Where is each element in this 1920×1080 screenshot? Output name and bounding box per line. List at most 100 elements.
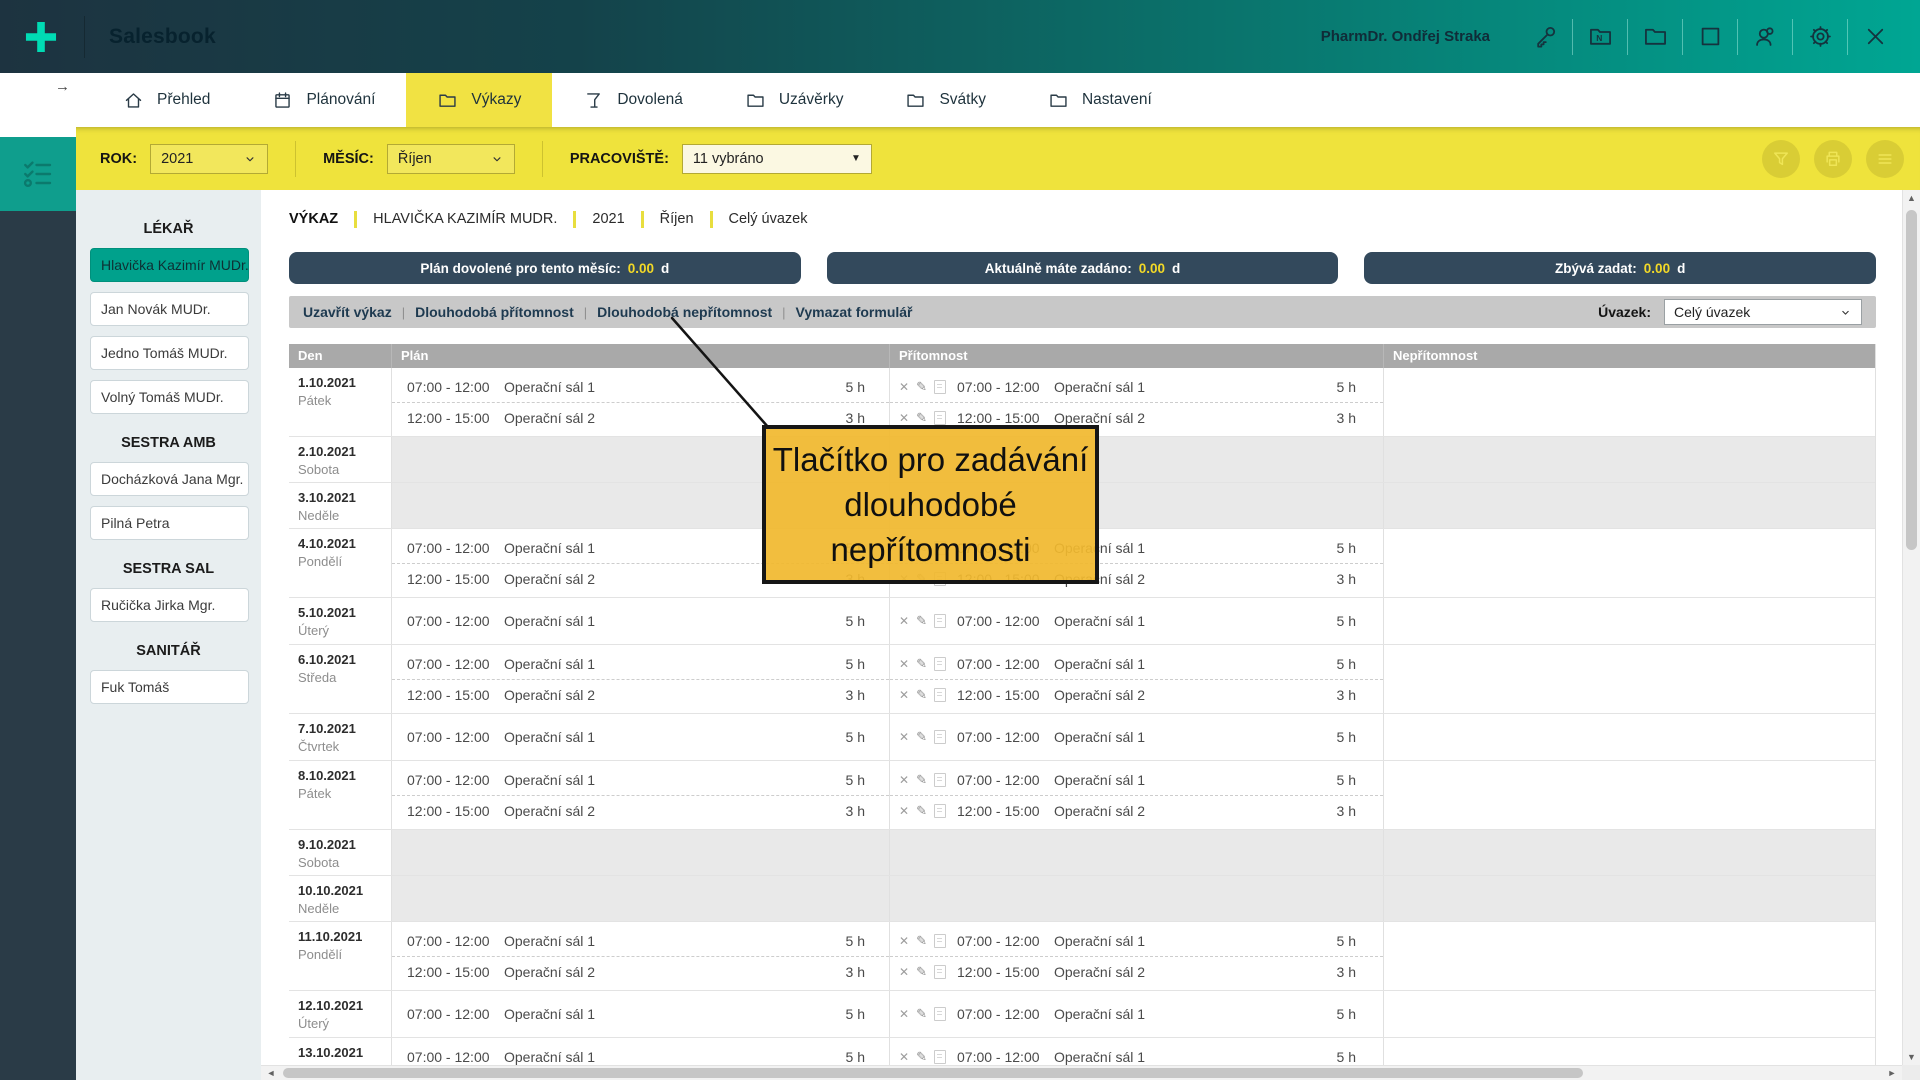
scroll-left-icon[interactable]: ◄ <box>263 1066 279 1080</box>
tab-prehled[interactable]: Přehled <box>92 73 241 127</box>
delete-entry-icon[interactable]: ✕ <box>899 966 909 978</box>
sidebar-item-fuk-tomas[interactable]: Fuk Tomáš <box>90 670 249 704</box>
vertical-scroll-thumb[interactable] <box>1906 210 1917 550</box>
breadcrumb-item: 2021 <box>592 211 624 227</box>
note-entry-icon[interactable] <box>934 380 946 394</box>
menu-button[interactable] <box>1866 140 1904 178</box>
edit-entry-icon[interactable]: ✎ <box>916 689 927 701</box>
checklist-panel-button[interactable] <box>0 137 76 211</box>
mesic-value: Říjen <box>398 151 432 167</box>
schedule-entry: 12:00 - 15:00Operační sál 23 h <box>392 795 889 826</box>
delete-entry-icon[interactable]: ✕ <box>899 412 909 424</box>
day-name: Pátek <box>298 786 387 801</box>
note-entry-icon[interactable] <box>934 804 946 818</box>
rok-value: 2021 <box>161 151 193 167</box>
tab-planovani[interactable]: Plánování <box>241 73 406 127</box>
tab-vykazy[interactable]: Výkazy <box>406 73 552 127</box>
edit-entry-icon[interactable]: ✎ <box>916 658 927 670</box>
day-name: Pátek <box>298 393 387 408</box>
sidebar-item-volny-tomas-mudr[interactable]: Volný Tomáš MUDr. <box>90 380 249 414</box>
edit-entry-icon[interactable]: ✎ <box>916 774 927 786</box>
entry-place: Operační sál 1 <box>1054 729 1145 745</box>
day-cell: 7.10.2021Čtvrtek <box>289 714 392 760</box>
folder-icon[interactable] <box>1628 23 1682 50</box>
scroll-right-icon[interactable]: ► <box>1884 1066 1900 1080</box>
delete-entry-icon[interactable]: ✕ <box>899 1051 909 1063</box>
vertical-scrollbar[interactable]: ▲ ▼ <box>1902 190 1920 1065</box>
tab-svatky[interactable]: Svátky <box>874 73 1017 127</box>
toolbar-action-dlouhodoba-nepritomnost[interactable]: Dlouhodobá nepřítomnost <box>597 304 772 320</box>
note-entry-icon[interactable] <box>934 934 946 948</box>
delete-entry-icon[interactable]: ✕ <box>899 1008 909 1020</box>
edit-entry-icon[interactable]: ✎ <box>916 412 927 424</box>
edit-entry-icon[interactable]: ✎ <box>916 615 927 627</box>
note-entry-icon[interactable] <box>934 1050 946 1064</box>
edit-entry-icon[interactable]: ✎ <box>916 966 927 978</box>
status-unit: d <box>661 261 669 276</box>
entry-time: 07:00 - 12:00 <box>407 772 504 788</box>
sidebar-item-jedno-tomas-mudr[interactable]: Jedno Tomáš MUDr. <box>90 336 249 370</box>
calendar-icon <box>272 90 293 111</box>
sidebar-item-rucicka-jirka-mgr[interactable]: Ručička Jirka Mgr. <box>90 588 249 622</box>
toolbar-separator: | <box>782 305 785 320</box>
rok-select[interactable]: 2021 <box>150 144 268 174</box>
horizontal-scrollbar[interactable]: ◄ ► <box>261 1065 1902 1080</box>
folder-notes-icon[interactable]: N <box>1573 23 1627 50</box>
delete-entry-icon[interactable]: ✕ <box>899 774 909 786</box>
sidebar-item-pilna-petra[interactable]: Pilná Petra <box>90 506 249 540</box>
note-entry-icon[interactable] <box>934 773 946 787</box>
tab-nastaveni[interactable]: Nastavení <box>1017 73 1183 127</box>
edit-entry-icon[interactable]: ✎ <box>916 381 927 393</box>
window-icon[interactable] <box>1683 23 1737 50</box>
entry-time: 07:00 - 12:00 <box>407 613 504 629</box>
key-icon[interactable] <box>1518 23 1572 50</box>
delete-entry-icon[interactable]: ✕ <box>899 731 909 743</box>
plan-cell: 07:00 - 12:00Operační sál 15 h12:00 - 15… <box>392 922 890 990</box>
close-icon[interactable] <box>1848 23 1902 50</box>
tab-uzaverky[interactable]: Uzávěrky <box>714 73 875 127</box>
note-entry-icon[interactable] <box>934 411 946 425</box>
sidebar-item-jan-novak-mudr[interactable]: Jan Novák MUDr. <box>90 292 249 326</box>
mesic-select[interactable]: Říjen <box>387 144 515 174</box>
note-entry-icon[interactable] <box>934 657 946 671</box>
edit-entry-icon[interactable]: ✎ <box>916 1051 927 1063</box>
toolbar-action-uzavrit-vykaz[interactable]: Uzavřít výkaz <box>303 304 392 320</box>
delete-entry-icon[interactable]: ✕ <box>899 658 909 670</box>
uvazek-select[interactable]: Celý úvazek <box>1664 299 1862 325</box>
note-entry-icon[interactable] <box>934 730 946 744</box>
delete-entry-icon[interactable]: ✕ <box>899 689 909 701</box>
delete-entry-icon[interactable]: ✕ <box>899 805 909 817</box>
folder-icon <box>745 90 766 111</box>
pracoviste-select[interactable]: 11 vybráno ▼ <box>682 144 872 174</box>
entry-hours: 5 h <box>846 656 889 672</box>
edit-entry-icon[interactable]: ✎ <box>916 1008 927 1020</box>
edit-entry-icon[interactable]: ✎ <box>916 731 927 743</box>
delete-entry-icon[interactable]: ✕ <box>899 615 909 627</box>
sidebar-item-dochazkova-jana-mgr[interactable]: Docházková Jana Mgr. <box>90 462 249 496</box>
pracoviste-label: PRACOVIŠTĚ: <box>570 151 669 167</box>
edit-entry-icon[interactable]: ✎ <box>916 935 927 947</box>
delete-entry-icon[interactable]: ✕ <box>899 381 909 393</box>
note-entry-icon[interactable] <box>934 965 946 979</box>
settings-icon[interactable] <box>1793 23 1847 50</box>
scroll-down-icon[interactable]: ▼ <box>1903 1049 1920 1065</box>
note-entry-icon[interactable] <box>934 1007 946 1021</box>
delete-entry-icon[interactable]: ✕ <box>899 935 909 947</box>
toolbar-action-dlouhodoba-pritomnost[interactable]: Dlouhodobá přítomnost <box>415 304 574 320</box>
note-entry-icon[interactable] <box>934 614 946 628</box>
entry-place: Operační sál 1 <box>1054 1049 1145 1065</box>
edit-entry-icon[interactable]: ✎ <box>916 805 927 817</box>
tab-dovolena[interactable]: Dovolená <box>552 73 714 127</box>
sidebar-item-hlavicka-kazimir-mudr[interactable]: Hlavička Kazimír MUDr. <box>90 248 249 282</box>
chevron-down-icon <box>490 152 504 166</box>
horizontal-scroll-thumb[interactable] <box>283 1068 1583 1078</box>
note-entry-icon[interactable] <box>934 688 946 702</box>
print-button[interactable] <box>1814 140 1852 178</box>
toolbar-action-vymazat-formular[interactable]: Vymazat formulář <box>796 304 913 320</box>
filter-button[interactable] <box>1762 140 1800 178</box>
entry-hours: 5 h <box>1337 379 1383 395</box>
entry-hours: 3 h <box>846 803 889 819</box>
scroll-up-icon[interactable]: ▲ <box>1903 190 1920 206</box>
user-icon[interactable] <box>1738 23 1792 50</box>
forward-arrow-icon[interactable]: → <box>55 78 70 95</box>
